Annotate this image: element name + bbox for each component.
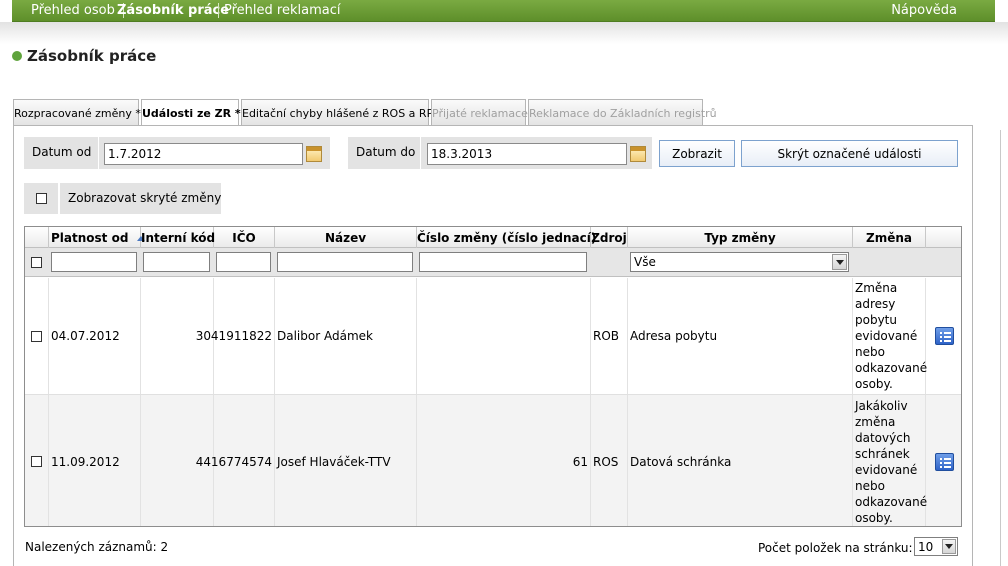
grid-header: Platnost od Interní kód IČO Název Číslo … (25, 227, 961, 248)
cell-typ-zmeny: Adresa pobytu (628, 278, 853, 394)
filter-typ-zmeny-select[interactable]: Vše (630, 252, 849, 272)
title-bullet-icon (12, 51, 22, 61)
date-from-calendar-icon[interactable] (306, 146, 322, 162)
date-to-label-box: Datum do (348, 137, 420, 169)
row-checkbox[interactable] (31, 456, 42, 467)
date-to-label: Datum do (356, 145, 416, 159)
tab-reklamace-do-zr: Reklamace do Základních registrů (528, 99, 717, 125)
window-edge-divider (1000, 130, 1001, 566)
page-size-value: 10 (918, 540, 934, 554)
date-from-label: Datum od (32, 145, 92, 159)
header-zdroj[interactable]: Zdroj (591, 227, 628, 248)
header-nazev[interactable]: Název (275, 227, 417, 248)
header-typ-zmeny[interactable]: Typ změny (628, 227, 853, 248)
cell-cislo-zmeny: 61 (417, 395, 591, 526)
filter-typ-zmeny-value: Vše (634, 255, 656, 269)
cell-zmena: Změna adresy pobytu evidované nebo odkaz… (853, 278, 927, 394)
cell-zdroj: ROS (591, 395, 628, 526)
nav-prehled-osob[interactable]: Přehled osob (31, 3, 115, 18)
filter-ico-input[interactable] (216, 252, 271, 272)
show-hidden-checkbox[interactable] (36, 193, 47, 204)
top-navigation: Přehled osob Zásobník práce Přehled rekl… (12, 0, 995, 22)
table-row[interactable]: 11.09.2012 44 16774574 Josef Hlaváček-TT… (25, 395, 961, 526)
header-shade (0, 22, 1008, 44)
page-title-text: Zásobník práce (27, 47, 157, 65)
header-cislo-zmeny[interactable]: Číslo změny (číslo jednací) (417, 227, 596, 248)
header-ico[interactable]: IČO (214, 227, 275, 248)
cell-ico: 41911822 (211, 278, 275, 394)
grid-filter-row: Vše (25, 248, 961, 277)
chevron-down-icon (832, 254, 847, 270)
show-button[interactable]: Zobrazit (659, 140, 735, 167)
filter-nazev-input[interactable] (277, 252, 413, 272)
cell-nazev: Dalibor Adámek (275, 278, 417, 394)
header-zmena[interactable]: Změna (853, 227, 926, 248)
row-select-cell (25, 395, 49, 526)
list-icon[interactable] (935, 327, 954, 345)
row-select-cell (25, 278, 49, 394)
show-hidden-checkbox-box (24, 183, 58, 214)
page-size-select[interactable]: 10 (914, 537, 958, 556)
cell-typ-zmeny: Datová schránka (628, 395, 853, 526)
table-row[interactable]: 04.07.2012 30 41911822 Dalibor Adámek RO… (25, 278, 961, 395)
nav-zasobnik-prace[interactable]: Zásobník práce (117, 3, 229, 18)
chevron-down-icon (942, 539, 956, 554)
cell-zdroj: ROB (591, 278, 628, 394)
cell-interni-kod: 44 (141, 395, 214, 526)
cell-platnost-od: 04.07.2012 (49, 278, 141, 394)
date-from-input[interactable]: 1.7.2012 (104, 143, 303, 165)
filter-interni-kod-input[interactable] (143, 252, 210, 272)
cell-zmena: Jakákoliv změna datových schránek evidov… (853, 395, 927, 526)
page-title: Zásobník práce (12, 47, 156, 65)
date-from-label-box: Datum od (24, 137, 98, 169)
header-interni-kod[interactable]: Interní kód (141, 227, 215, 248)
cell-cislo-zmeny (417, 278, 591, 394)
cell-nazev: Josef Hlaváček-TTV (275, 395, 417, 526)
row-action-cell (926, 278, 961, 394)
date-to-calendar-icon[interactable] (630, 146, 646, 162)
header-select-column (25, 227, 49, 248)
records-found-label: Nalezených záznamů: 2 (25, 540, 169, 554)
tab-rozpracovane-zmeny[interactable]: Rozpracované změny * (13, 99, 141, 125)
header-action-column (926, 227, 961, 248)
header-platnost-od[interactable]: Platnost od (49, 227, 145, 248)
nav-help-link[interactable]: Nápověda (891, 3, 957, 18)
row-checkbox[interactable] (31, 330, 42, 342)
cell-platnost-od: 11.09.2012 (49, 395, 141, 526)
hide-selected-events-button[interactable]: Skrýt označené události (741, 140, 958, 167)
tab-udalosti-ze-zr[interactable]: Události ze ZR * (141, 99, 241, 126)
cell-ico: 16774574 (211, 395, 275, 526)
nav-prehled-reklamaci[interactable]: Přehled reklamací (224, 3, 340, 18)
tab-editacni-chyby[interactable]: Editační chyby hlášené z ROS a RPP (241, 99, 440, 125)
date-to-input[interactable]: 18.3.2013 (427, 143, 627, 165)
header-platnost-od-label: Platnost od (51, 231, 129, 245)
nav-separator (218, 3, 219, 18)
cell-interni-kod: 30 (141, 278, 214, 394)
row-action-cell (926, 395, 961, 526)
show-hidden-label-box: Zobrazovat skryté změny (60, 183, 221, 214)
select-all-checkbox[interactable] (31, 257, 42, 268)
filter-platnost-od-input[interactable] (51, 252, 137, 272)
list-icon[interactable] (935, 452, 954, 471)
show-hidden-label: Zobrazovat skryté změny (68, 191, 222, 205)
tab-prijate-reklamace: Přijaté reklamace (431, 99, 528, 125)
events-grid: Platnost od Interní kód IČO Název Číslo … (24, 226, 962, 527)
filter-cislo-zmeny-input[interactable] (419, 252, 587, 272)
page-size-label: Počet položek na stránku: (758, 541, 913, 555)
